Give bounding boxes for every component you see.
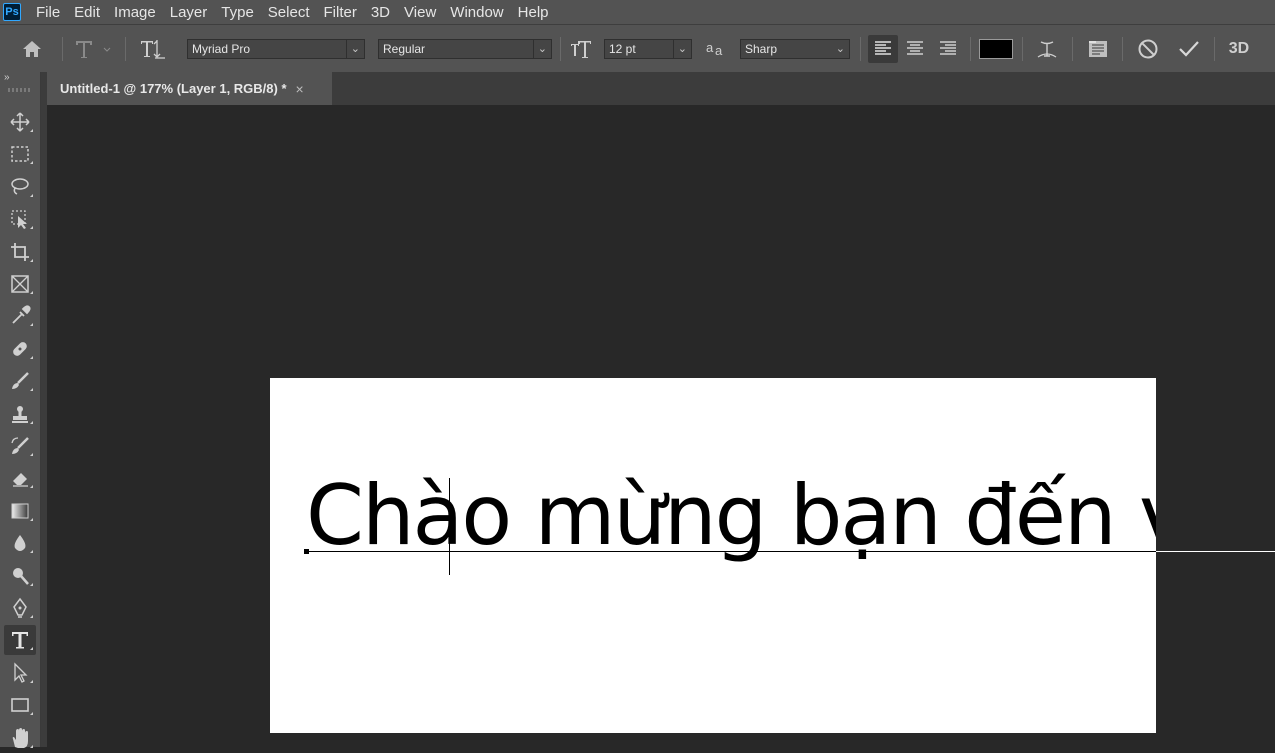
menu-window[interactable]: Window bbox=[443, 4, 510, 21]
document-tab-bar: Untitled-1 @ 177% (Layer 1, RGB/8) * × bbox=[47, 72, 1275, 105]
blur-tool-icon[interactable] bbox=[4, 528, 36, 558]
chevron-down-icon: ⌄ bbox=[677, 43, 687, 55]
character-paragraph-panel-icon[interactable] bbox=[1082, 25, 1114, 73]
font-size-select[interactable]: 12 pt ⌄ bbox=[604, 39, 692, 59]
antialias-value: Sharp bbox=[745, 42, 778, 56]
move-tool-icon[interactable] bbox=[4, 107, 36, 137]
font-style-value: Regular bbox=[383, 42, 426, 56]
object-selection-tool-icon[interactable] bbox=[4, 204, 36, 234]
svg-text:a: a bbox=[706, 40, 714, 55]
lasso-tool-icon[interactable] bbox=[4, 172, 36, 202]
text-color-swatch[interactable] bbox=[977, 25, 1015, 73]
home-icon[interactable] bbox=[14, 25, 50, 73]
canvas-text-layer[interactable]: Chào mừng bạn đến vớ bbox=[306, 474, 1156, 557]
spot-healing-brush-tool-icon[interactable] bbox=[4, 334, 36, 364]
rectangular-marquee-tool-icon[interactable] bbox=[4, 139, 36, 169]
photoshop-logo: Ps bbox=[3, 3, 21, 21]
text-baseline bbox=[306, 551, 1275, 552]
font-family-select[interactable]: Myriad Pro ⌄ bbox=[187, 39, 365, 59]
chevron-down-icon: ⌄ bbox=[350, 43, 360, 55]
menu-file[interactable]: File bbox=[29, 4, 67, 21]
menu-type[interactable]: Type bbox=[214, 4, 261, 21]
create-3d-button[interactable]: 3D bbox=[1222, 25, 1256, 73]
clone-stamp-tool-icon[interactable] bbox=[4, 399, 36, 429]
options-bar: Myriad Pro ⌄ Regular ⌄ 12 pt ⌄ aa Sharp … bbox=[0, 24, 1275, 72]
text-insertion-cursor bbox=[449, 478, 450, 575]
panel-grip[interactable] bbox=[8, 88, 32, 92]
commit-edits-icon[interactable] bbox=[1173, 25, 1205, 73]
warp-text-icon[interactable] bbox=[1032, 25, 1062, 73]
menu-view[interactable]: View bbox=[397, 4, 443, 21]
align-left-button[interactable] bbox=[868, 35, 898, 63]
menu-select[interactable]: Select bbox=[261, 4, 317, 21]
hand-tool-icon[interactable] bbox=[4, 723, 36, 753]
font-size-value: 12 pt bbox=[609, 42, 636, 56]
cancel-edits-icon[interactable] bbox=[1132, 25, 1164, 73]
frame-tool-icon[interactable] bbox=[4, 269, 36, 299]
menu-bar: Ps File Edit Image Layer Type Select Fil… bbox=[0, 0, 1275, 24]
crop-tool-icon[interactable] bbox=[4, 237, 36, 267]
type-tool-preset-icon[interactable] bbox=[70, 25, 114, 73]
svg-text:a: a bbox=[715, 43, 723, 58]
rectangle-tool-icon[interactable] bbox=[4, 690, 36, 720]
dodge-tool-icon[interactable] bbox=[4, 561, 36, 591]
eraser-tool-icon[interactable] bbox=[4, 463, 36, 493]
pen-tool-icon[interactable] bbox=[4, 593, 36, 623]
collapse-panel-icon[interactable]: » bbox=[4, 72, 10, 83]
path-selection-tool-icon[interactable] bbox=[4, 658, 36, 688]
chevron-down-icon: ⌄ bbox=[835, 43, 845, 55]
type-tool-icon[interactable] bbox=[4, 625, 36, 656]
menu-edit[interactable]: Edit bbox=[67, 4, 107, 21]
align-right-button[interactable] bbox=[933, 25, 963, 73]
align-center-button[interactable] bbox=[900, 25, 930, 73]
menu-help[interactable]: Help bbox=[511, 4, 556, 21]
panel-gutter bbox=[41, 72, 47, 747]
menu-layer[interactable]: Layer bbox=[163, 4, 215, 21]
tools-panel: » bbox=[0, 72, 41, 748]
text-baseline-extension bbox=[1156, 551, 1275, 552]
brush-tool-icon[interactable] bbox=[4, 366, 36, 396]
font-family-value: Myriad Pro bbox=[192, 42, 251, 56]
menu-3d[interactable]: 3D bbox=[364, 4, 397, 21]
menu-image[interactable]: Image bbox=[107, 4, 163, 21]
antialias-select[interactable]: Sharp ⌄ bbox=[740, 39, 850, 59]
history-brush-tool-icon[interactable] bbox=[4, 431, 36, 461]
eyedropper-tool-icon[interactable] bbox=[4, 301, 36, 331]
gradient-tool-icon[interactable] bbox=[4, 496, 36, 526]
close-tab-icon[interactable]: × bbox=[296, 81, 304, 97]
menu-filter[interactable]: Filter bbox=[317, 4, 364, 21]
font-style-select[interactable]: Regular ⌄ bbox=[378, 39, 552, 59]
chevron-down-icon: ⌄ bbox=[537, 43, 547, 55]
text-anchor-point bbox=[304, 549, 309, 554]
document-tab[interactable]: Untitled-1 @ 177% (Layer 1, RGB/8) * × bbox=[47, 72, 332, 105]
text-color-box bbox=[979, 39, 1013, 59]
font-size-icon bbox=[566, 25, 596, 73]
toggle-text-orientation-icon[interactable] bbox=[136, 25, 168, 73]
antialias-icon: aa bbox=[702, 25, 730, 73]
document-tab-title: Untitled-1 @ 177% (Layer 1, RGB/8) * bbox=[60, 81, 287, 96]
document-canvas[interactable]: Chào mừng bạn đến vớ bbox=[270, 378, 1156, 733]
